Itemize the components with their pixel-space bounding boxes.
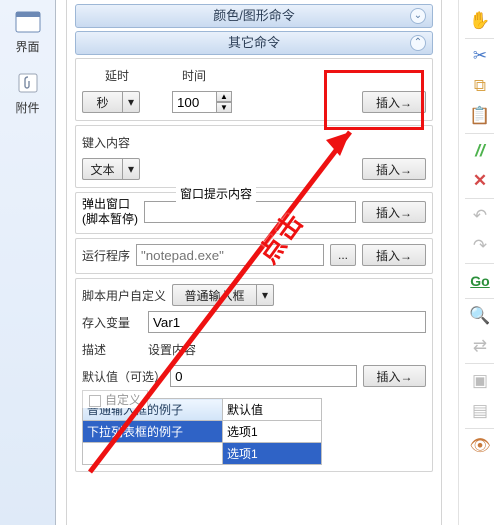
spin-down-icon[interactable]: ▼ — [216, 102, 232, 113]
cell[interactable]: 默认值 — [223, 399, 322, 421]
default-header: 默认值（可选） — [82, 368, 164, 385]
comment-icon[interactable]: // — [459, 136, 500, 166]
userdef-mode-dropdown[interactable]: 普通输入框 ▾ — [172, 284, 274, 306]
saveas-header: 存入变量 — [82, 314, 142, 331]
run-input[interactable] — [136, 244, 324, 266]
insert-userdef-button[interactable]: 插入→ — [363, 365, 426, 387]
bar-color-cmd-label: 颜色/图形命令 — [213, 8, 295, 23]
bar-color-cmd[interactable]: 颜色/图形命令 ⌄ — [75, 4, 433, 28]
sidebar-item-ui[interactable]: 界面 — [0, 0, 55, 61]
uncomment-icon[interactable]: ✕ — [459, 166, 500, 196]
popup-line2: (脚本暂停) — [82, 212, 138, 227]
insert-run-button[interactable]: 插入→ — [362, 244, 426, 266]
expand-icon[interactable]: ⌄ — [410, 8, 426, 24]
popup-group-title: 窗口提示内容 — [176, 185, 256, 202]
cell-selected[interactable]: 选项1 — [223, 443, 322, 465]
time-header: 时间 — [158, 67, 230, 84]
attachment-icon — [13, 69, 43, 97]
key-content-header: 键入内容 — [82, 134, 130, 151]
popup-input[interactable] — [144, 201, 356, 223]
section-delay: 延时 时间 秒 ▾ ▲ ▼ 插入→ — [75, 58, 433, 121]
main-panel: 颜色/图形命令 ⌄ 其它命令 ⌃ 延时 时间 秒 ▾ ▲ ▼ 插入→ — [66, 0, 442, 525]
tool-icon-a[interactable]: ▣ — [459, 366, 500, 396]
chevron-down-icon[interactable]: ▾ — [256, 284, 274, 306]
paste-icon[interactable]: 📋 — [459, 101, 500, 131]
insert-popup-button[interactable]: 插入→ — [362, 201, 426, 223]
table-row: 选项1 — [83, 443, 322, 465]
tool-icon-b[interactable]: ▤ — [459, 396, 500, 426]
key-type-label: 文本 — [90, 161, 114, 178]
right-toolbar: ✋ ✂ ⧉ 📋 // ✕ ↶ ↷ Go 🔍 ⇄ ▣ ▤ 👁 — [458, 0, 500, 525]
sidebar-item-attach[interactable]: 附件 — [0, 61, 55, 122]
section-run: 运行程序 ... 插入→ — [75, 238, 433, 274]
bar-other-cmd-label: 其它命令 — [228, 35, 280, 50]
left-sidebar: 界面 附件 — [0, 0, 56, 525]
userdef-mode-label: 普通输入框 — [185, 287, 245, 304]
default-input[interactable] — [170, 365, 357, 387]
time-spinner[interactable]: ▲ ▼ — [172, 91, 232, 113]
chevron-down-icon[interactable]: ▾ — [122, 91, 140, 113]
popup-line1: 弹出窗口 — [82, 197, 138, 212]
cell-selected[interactable]: 下拉列表框的例子 — [83, 421, 223, 443]
section-key-content: 键入内容 文本 ▾ 插入→ — [75, 125, 433, 188]
redo-icon[interactable]: ↷ — [459, 231, 500, 261]
go-action-icon[interactable]: Go — [459, 266, 500, 296]
desc-header: 描述 — [82, 341, 142, 358]
table-row: 下拉列表框的例子 选项1 — [83, 421, 322, 443]
custom-tab-control: 自定义 普通输入框的例子 默认值 下拉列表框的例子 选项1 选项1 — [82, 398, 426, 465]
collapse-icon[interactable]: ⌃ — [410, 35, 426, 51]
run-header: 运行程序 — [82, 247, 130, 264]
spin-up-icon[interactable]: ▲ — [216, 91, 232, 102]
delay-header: 延时 — [82, 67, 152, 84]
cell[interactable]: 选项1 — [223, 421, 322, 443]
delay-unit-label: 秒 — [96, 94, 108, 111]
undo-icon[interactable]: ↶ — [459, 201, 500, 231]
hand-pan-icon[interactable]: ✋ — [459, 6, 500, 36]
desc-value: 设置内容 — [148, 341, 196, 358]
insert-keycontent-button[interactable]: 插入→ — [362, 158, 426, 180]
bar-other-cmd[interactable]: 其它命令 ⌃ — [75, 31, 433, 55]
section-popup: 窗口提示内容 弹出窗口 (脚本暂停) 插入→ — [75, 192, 433, 234]
chevron-down-icon[interactable]: ▾ — [122, 158, 140, 180]
replace-icon[interactable]: ⇄ — [459, 331, 500, 361]
section-userdef: 脚本用户自定义 普通输入框 ▾ 存入变量 描述 设置内容 默认值（可选） 插入→… — [75, 278, 433, 472]
time-input[interactable] — [172, 91, 216, 113]
browse-button[interactable]: ... — [330, 244, 356, 266]
sidebar-label-ui: 界面 — [0, 38, 55, 55]
eye-icon[interactable]: 👁 — [459, 431, 500, 461]
var-input[interactable] — [148, 311, 426, 333]
insert-delay-button[interactable]: 插入→ — [362, 91, 426, 113]
find-icon[interactable]: 🔍 — [459, 301, 500, 331]
key-type-dropdown[interactable]: 文本 ▾ — [82, 158, 140, 180]
cut-icon[interactable]: ✂ — [459, 41, 500, 71]
window-icon — [13, 8, 43, 36]
delay-unit-dropdown[interactable]: 秒 ▾ — [82, 91, 140, 113]
copy-icon[interactable]: ⧉ — [459, 71, 500, 101]
tab-custom[interactable]: 自定义 — [82, 390, 148, 408]
userdef-header: 脚本用户自定义 — [82, 287, 166, 304]
sidebar-label-attach: 附件 — [0, 99, 55, 116]
cell[interactable] — [83, 443, 223, 465]
